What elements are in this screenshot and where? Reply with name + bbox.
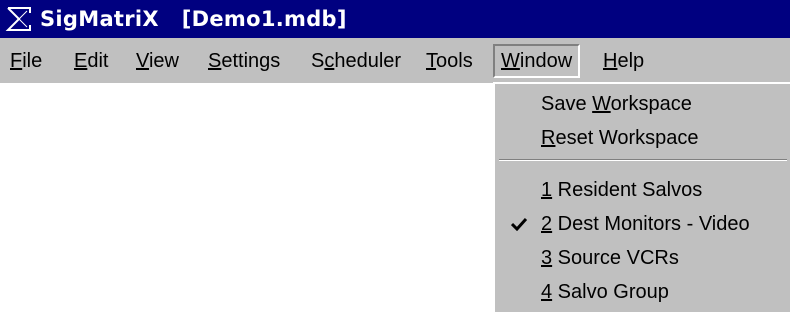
menu-help[interactable]: Help (597, 46, 650, 76)
menu-window[interactable]: Window (493, 44, 581, 78)
menu-item-save-workspace[interactable]: Save Workspace (495, 88, 790, 120)
title-bar[interactable]: SigMatriX [Demo1.mdb] (0, 0, 790, 38)
menu-item-salvo-group[interactable]: 4 Salvo Group (495, 276, 790, 308)
checkmark-icon (509, 208, 529, 240)
menu-separator (499, 159, 787, 161)
menu-item-dest-monitors-video[interactable]: 2 Dest Monitors - Video (495, 208, 790, 240)
menu-tools[interactable]: Tools (420, 46, 479, 76)
menu-bar: File Edit View Settings Scheduler Tools … (0, 38, 790, 83)
menu-scheduler[interactable]: Scheduler (305, 46, 407, 76)
window-title: SigMatriX [Demo1.mdb] (40, 7, 347, 31)
menu-item-resident-salvos[interactable]: 1 Resident Salvos (495, 174, 790, 206)
sigma-icon[interactable] (4, 4, 34, 34)
menu-file[interactable]: File (4, 46, 48, 76)
menu-settings[interactable]: Settings (202, 46, 286, 76)
menu-view[interactable]: View (130, 46, 185, 76)
menu-item-reset-workspace[interactable]: Reset Workspace (495, 122, 790, 154)
window-menu-dropdown: Save Workspace Reset Workspace 1 Residen… (493, 82, 790, 312)
menu-item-source-vcrs[interactable]: 3 Source VCRs (495, 242, 790, 274)
menu-edit[interactable]: Edit (68, 46, 114, 76)
